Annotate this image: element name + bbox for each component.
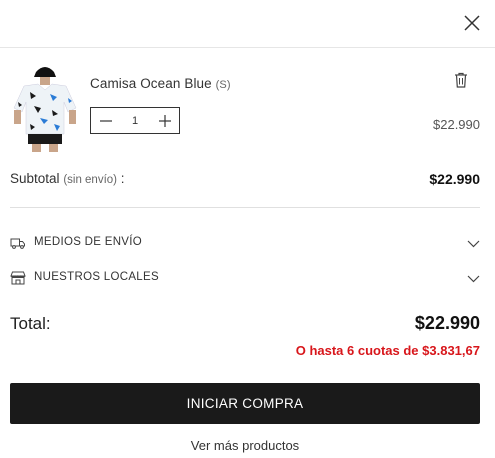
subtotal-row: Subtotal (sin envío) : $22.990 [10, 171, 480, 189]
see-more-products-link[interactable]: Ver más productos [0, 438, 490, 453]
truck-icon [10, 236, 26, 250]
stores-label: NUESTROS LOCALES [34, 271, 159, 283]
store-icon [10, 271, 26, 285]
section-divider [10, 207, 480, 208]
product-name[interactable]: Camisa Ocean Blue (S) [90, 76, 231, 91]
increase-quantity-button[interactable] [150, 108, 179, 133]
product-variant: (S) [215, 79, 231, 91]
chevron-down-icon [467, 237, 480, 250]
total-value: $22.990 [414, 313, 480, 333]
item-price: $22.990 [433, 117, 480, 132]
product-name-text: Camisa Ocean Blue [90, 76, 212, 91]
stores-accordion[interactable]: NUESTROS LOCALES [10, 269, 480, 287]
close-icon [464, 15, 480, 31]
subtotal-value: $22.990 [429, 171, 480, 187]
subtotal-note: (sin envío) [63, 174, 117, 186]
subtotal-label: Subtotal (sin envío) : [10, 171, 125, 186]
total-label: Total: [10, 314, 51, 333]
shipping-methods-label: MEDIOS DE ENVÍO [34, 236, 143, 248]
close-cart-button[interactable] [463, 14, 481, 32]
cart-item: Camisa Ocean Blue (S) $22.990 [10, 62, 482, 154]
installments-text: O hasta 6 cuotas de $3.831,67 [295, 343, 480, 358]
quantity-stepper [90, 107, 180, 134]
decrease-quantity-button[interactable] [91, 108, 120, 133]
remove-item-button[interactable] [454, 72, 468, 88]
start-purchase-button[interactable]: INICIAR COMPRA [10, 383, 480, 424]
plus-icon [158, 114, 171, 127]
subtotal-colon: : [117, 171, 125, 186]
product-image[interactable] [10, 62, 80, 152]
subtotal-label-text: Subtotal [10, 171, 60, 186]
minus-icon [99, 119, 112, 122]
header-divider [0, 47, 495, 48]
trash-icon [455, 72, 467, 88]
chevron-down-icon [467, 272, 480, 285]
shipping-methods-accordion[interactable]: MEDIOS DE ENVÍO [10, 234, 480, 252]
quantity-input[interactable] [120, 108, 150, 133]
